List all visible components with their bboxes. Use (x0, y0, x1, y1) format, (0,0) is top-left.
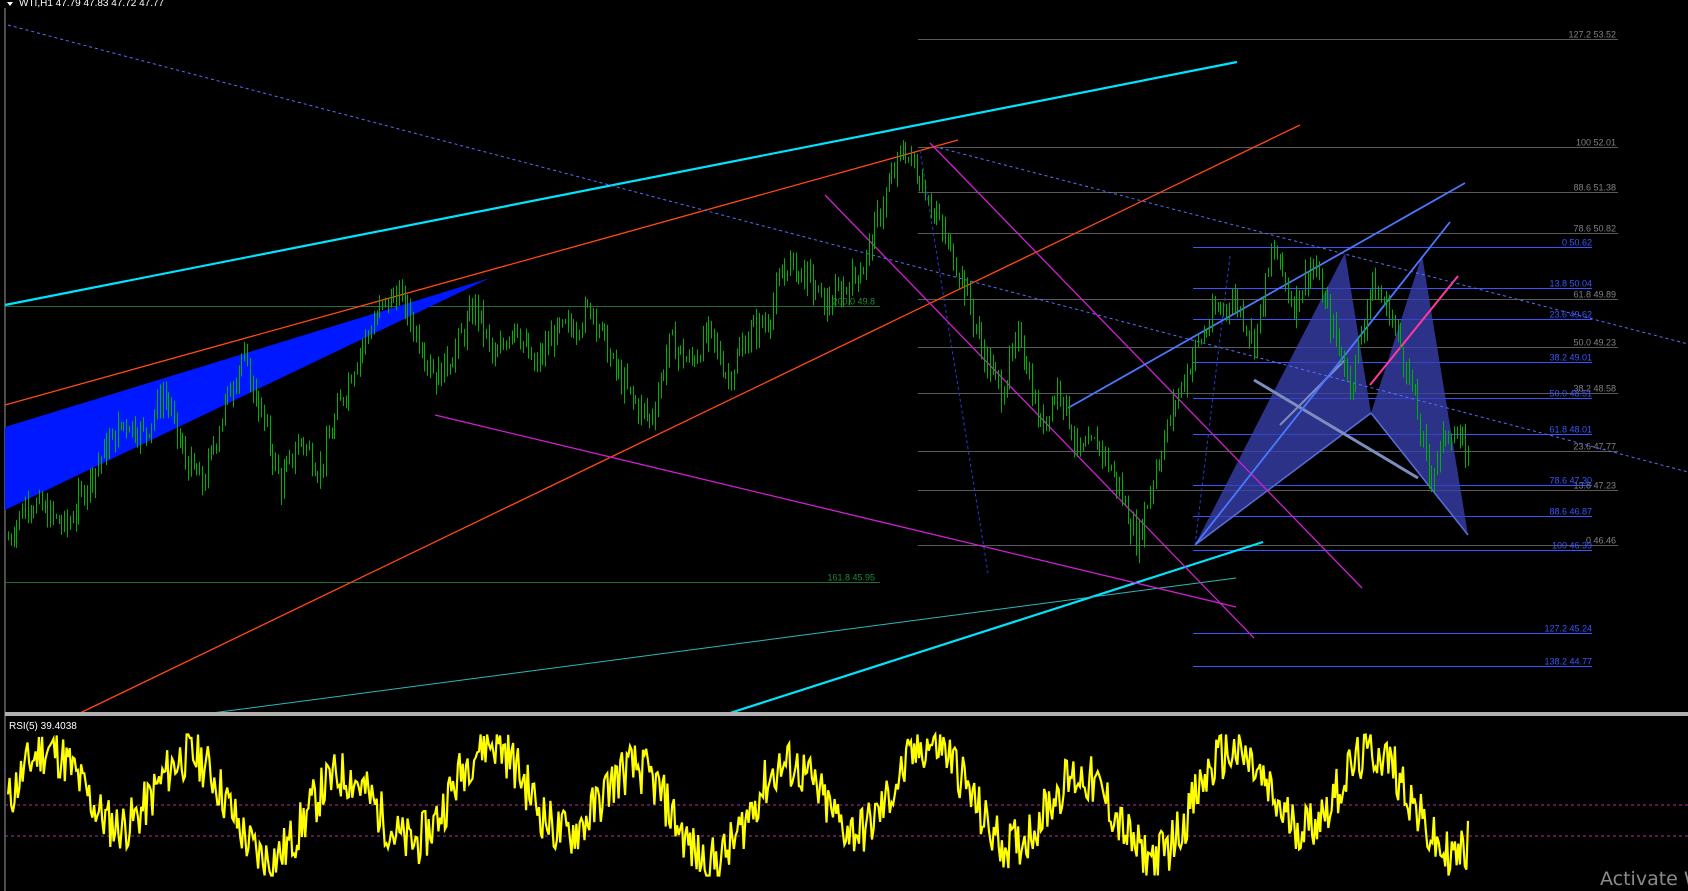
fib_blue_pattern-label-9: 127.2 45.24 (1544, 624, 1592, 634)
fib_red_leg-label-5: 50.0 49.23 (1573, 338, 1616, 348)
fib_blue_pattern-label-1: 13.8 50.04 (1549, 279, 1592, 289)
fib_red_leg-label-1: 100 52.01 (1576, 138, 1616, 148)
fib_blue_pattern-label-0: 0 50.62 (1562, 238, 1592, 248)
fib_blue_pattern-label-7: 88.6 46.87 (1549, 507, 1592, 517)
fib_blue_pattern-label-8: 100 46.39 (1552, 541, 1592, 551)
chart-root: WTI,H1 47.79 47.83 47.72 47.77 127.2 53.… (0, 0, 1688, 891)
fib_green_ext-label-0: 200.0 49.8 (832, 297, 875, 307)
fib_red_leg-label-3: 78.6 50.82 (1573, 224, 1616, 234)
panel-separator[interactable] (5, 712, 1688, 716)
fib_green_ext-label-1: 161.8 45.95 (827, 573, 875, 583)
fib_blue_pattern-label-2: 23.6 49.62 (1549, 310, 1592, 320)
fib_red_leg-label-2: 88.6 51.38 (1573, 183, 1616, 193)
fib_red_leg-label-0: 127.2 53.52 (1568, 30, 1616, 40)
fib_blue_pattern-label-3: 38.2 49.01 (1549, 353, 1592, 363)
activate-windows-watermark: Activate W (1600, 868, 1688, 890)
symbol-header: WTI,H1 47.79 47.83 47.72 47.77 (19, 0, 165, 9)
fib_blue_pattern-label-6: 78.6 47.30 (1549, 476, 1592, 486)
rsi-label: RSI(5) 39.4038 (9, 721, 77, 732)
fib_blue_pattern-label-5: 61.8 48.01 (1549, 425, 1592, 435)
fib_blue_pattern-label-4: 50.0 48.51 (1549, 389, 1592, 399)
fib_blue_pattern-label-10: 138.2 44.77 (1544, 657, 1592, 667)
fib_red_leg-label-4: 61.8 49.89 (1573, 290, 1616, 300)
